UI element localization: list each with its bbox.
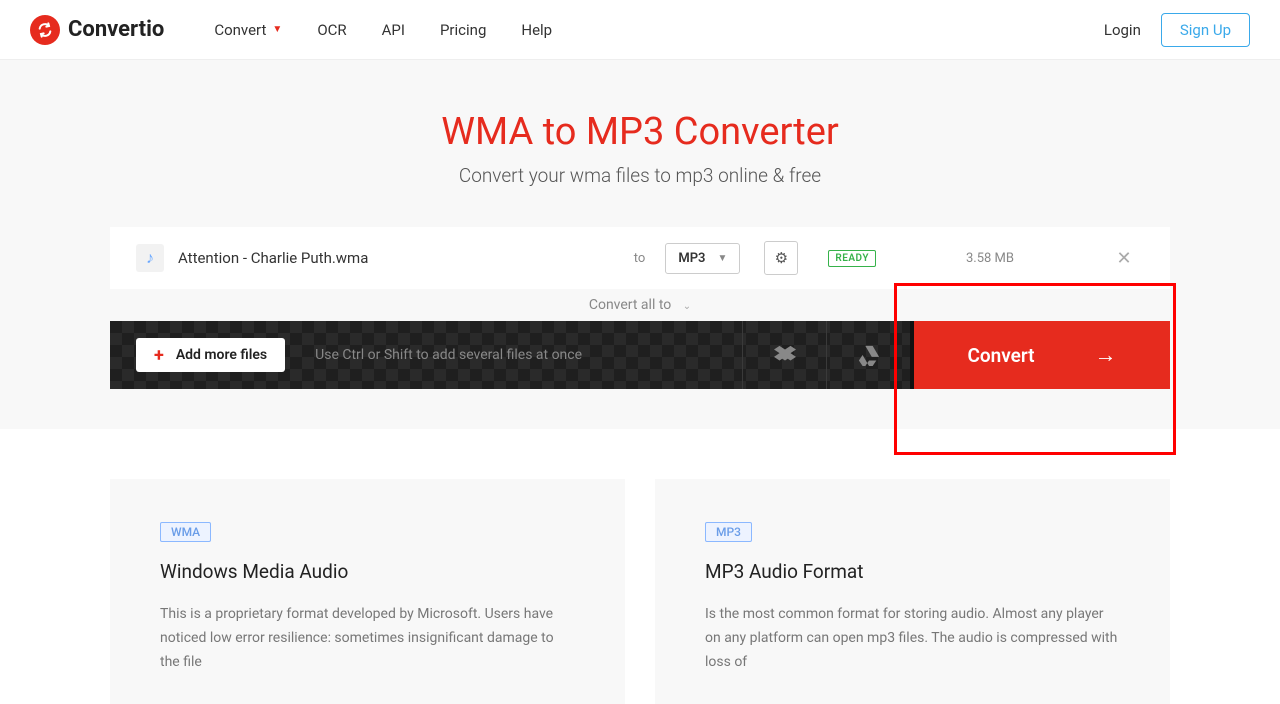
- logo[interactable]: Convertio: [30, 15, 164, 45]
- chevron-down-icon: ▼: [272, 24, 282, 35]
- settings-button[interactable]: ⚙: [764, 241, 798, 275]
- add-more-label: Add more files: [176, 347, 267, 363]
- add-more-files-button[interactable]: + Add more files: [136, 338, 285, 372]
- nav-convert[interactable]: Convert ▼: [214, 21, 282, 39]
- convert-button[interactable]: Convert →: [910, 321, 1170, 389]
- card-title-mp3: MP3 Audio Format: [705, 560, 1120, 583]
- chevron-down-icon: ▼: [717, 253, 727, 264]
- file-size: 3.58 MB: [890, 251, 1090, 266]
- card-desc-wma: This is a proprietary format developed b…: [160, 603, 575, 674]
- logo-icon: [30, 15, 60, 45]
- format-select-value: MP3: [678, 251, 705, 266]
- convert-label: Convert: [967, 344, 1034, 367]
- plus-icon: +: [154, 345, 164, 366]
- convert-all-to[interactable]: Convert all to ⌄: [110, 289, 1170, 321]
- chevron-down-icon: ⌄: [683, 301, 691, 312]
- nav-pricing[interactable]: Pricing: [440, 21, 486, 39]
- header-right: Login Sign Up: [1104, 13, 1250, 47]
- arrow-right-icon: →: [1095, 342, 1117, 368]
- brand-name: Convertio: [68, 17, 164, 42]
- status-badge: READY: [828, 250, 876, 267]
- nav-ocr[interactable]: OCR: [317, 21, 346, 39]
- dropbox-icon: [774, 344, 796, 366]
- nav: Convert ▼ OCR API Pricing Help: [214, 21, 552, 39]
- nav-help[interactable]: Help: [521, 21, 552, 39]
- action-bar: + Add more files Use Ctrl or Shift to ad…: [110, 321, 1170, 389]
- card-title-wma: Windows Media Audio: [160, 560, 575, 583]
- login-link[interactable]: Login: [1104, 21, 1141, 39]
- cloud-buttons: [742, 321, 910, 389]
- hint-text: Use Ctrl or Shift to add several files a…: [315, 347, 582, 363]
- info-cards: WMA Windows Media Audio This is a propri…: [110, 479, 1170, 704]
- google-drive-icon: [858, 344, 880, 366]
- music-note-icon: ♪: [136, 244, 164, 272]
- page-subtitle: Convert your wma files to mp3 online & f…: [0, 164, 1280, 187]
- google-drive-button[interactable]: [826, 321, 910, 389]
- hero: WMA to MP3 Converter Convert your wma fi…: [0, 60, 1280, 429]
- card-desc-mp3: Is the most common format for storing au…: [705, 603, 1120, 674]
- remove-file-button[interactable]: ✕: [1104, 248, 1144, 269]
- card-mp3: MP3 MP3 Audio Format Is the most common …: [655, 479, 1170, 704]
- dropbox-button[interactable]: [742, 321, 826, 389]
- gear-icon: ⚙: [775, 249, 788, 267]
- format-badge-mp3: MP3: [705, 522, 752, 542]
- close-icon: ✕: [1116, 248, 1131, 269]
- signup-button[interactable]: Sign Up: [1161, 13, 1250, 47]
- header-left: Convertio Convert ▼ OCR API Pricing Help: [30, 15, 552, 45]
- card-wma: WMA Windows Media Audio This is a propri…: [110, 479, 625, 704]
- file-row: ♪ Attention - Charlie Puth.wma to MP3 ▼ …: [110, 227, 1170, 289]
- nav-api[interactable]: API: [382, 21, 405, 39]
- page-title: WMA to MP3 Converter: [0, 110, 1280, 154]
- to-label: to: [634, 251, 646, 266]
- nav-convert-label: Convert: [214, 21, 266, 39]
- convert-all-label: Convert all to: [589, 297, 671, 313]
- header: Convertio Convert ▼ OCR API Pricing Help…: [0, 0, 1280, 60]
- format-badge-wma: WMA: [160, 522, 211, 542]
- format-select[interactable]: MP3 ▼: [665, 243, 740, 274]
- file-panel: ♪ Attention - Charlie Puth.wma to MP3 ▼ …: [110, 227, 1170, 289]
- file-name: Attention - Charlie Puth.wma: [178, 249, 368, 267]
